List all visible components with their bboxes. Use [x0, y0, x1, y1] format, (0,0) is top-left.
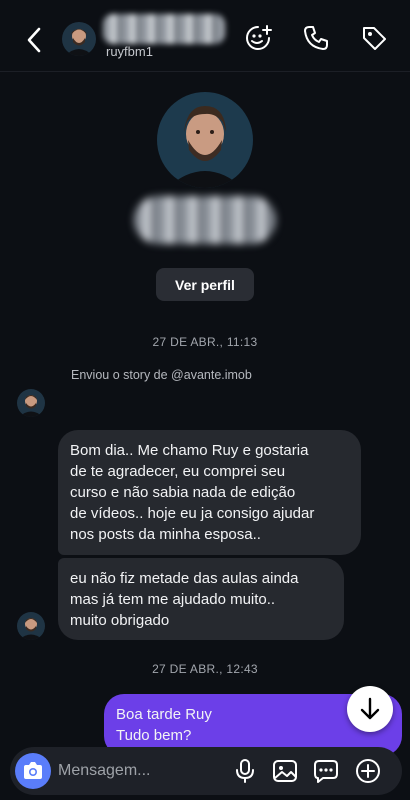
- tag-button[interactable]: [358, 22, 390, 54]
- plus-icon: [356, 759, 380, 783]
- chat-header: ruyfbm1: [0, 0, 410, 72]
- view-profile-button[interactable]: Ver perfil: [156, 268, 254, 301]
- profile-card: Ver perfil: [0, 92, 410, 312]
- profile-avatar[interactable]: [157, 92, 253, 188]
- voice-message-button[interactable]: [231, 757, 259, 785]
- gallery-button[interactable]: [271, 757, 299, 785]
- header-avatar[interactable]: [62, 22, 96, 56]
- scroll-to-bottom-button[interactable]: [347, 686, 393, 732]
- story-share-note: Enviou o story de @avante.imob: [71, 368, 252, 382]
- sticker-icon: [314, 760, 338, 783]
- message-line: Tudo bem?: [116, 727, 192, 744]
- timestamp: 27 DE ABR., 12:43: [152, 662, 258, 676]
- camera-button[interactable]: [15, 753, 51, 789]
- add-person-icon: [246, 25, 272, 50]
- gallery-icon: [273, 760, 297, 782]
- sender-avatar[interactable]: [17, 612, 45, 640]
- tag-icon: [363, 27, 386, 50]
- message-line: mas já tem me ajudado muito..: [70, 591, 276, 608]
- back-button[interactable]: [18, 22, 50, 58]
- back-chevron-icon: [27, 27, 41, 53]
- message-line: Bom dia.. Me chamo Ruy e gostaria: [70, 442, 309, 459]
- incoming-message[interactable]: Bom dia.. Me chamo Ruy e gostaria de te …: [58, 430, 361, 555]
- message-line: curso e não sabia nada de edição: [70, 484, 296, 501]
- phone-icon: [304, 26, 328, 50]
- sticker-button[interactable]: [312, 757, 340, 785]
- timestamp: 27 DE ABR., 11:13: [152, 335, 258, 349]
- message-line: de vídeos.. hoje eu ja consigo ajudar: [70, 505, 315, 522]
- message-composer: [10, 747, 402, 795]
- incoming-message[interactable]: eu não fiz metade das aulas ainda mas já…: [58, 558, 344, 640]
- header-username: ruyfbm1: [106, 44, 153, 59]
- arrow-down-icon: [360, 697, 380, 720]
- message-line: muito obrigado: [70, 612, 170, 629]
- message-input[interactable]: [58, 757, 218, 785]
- camera-icon: [24, 762, 42, 779]
- add-person-button[interactable]: [242, 22, 274, 54]
- call-button[interactable]: [300, 22, 332, 54]
- blurred-display-name: [103, 14, 225, 44]
- microphone-icon: [236, 759, 254, 783]
- message-line: eu não fiz metade das aulas ainda: [70, 570, 299, 587]
- message-line: de te agradecer, eu comprei seu: [70, 463, 286, 480]
- blurred-profile-name: [134, 196, 276, 244]
- sender-avatar[interactable]: [17, 389, 45, 417]
- message-line: nos posts da minha esposa..: [70, 526, 261, 543]
- more-options-button[interactable]: [354, 757, 382, 785]
